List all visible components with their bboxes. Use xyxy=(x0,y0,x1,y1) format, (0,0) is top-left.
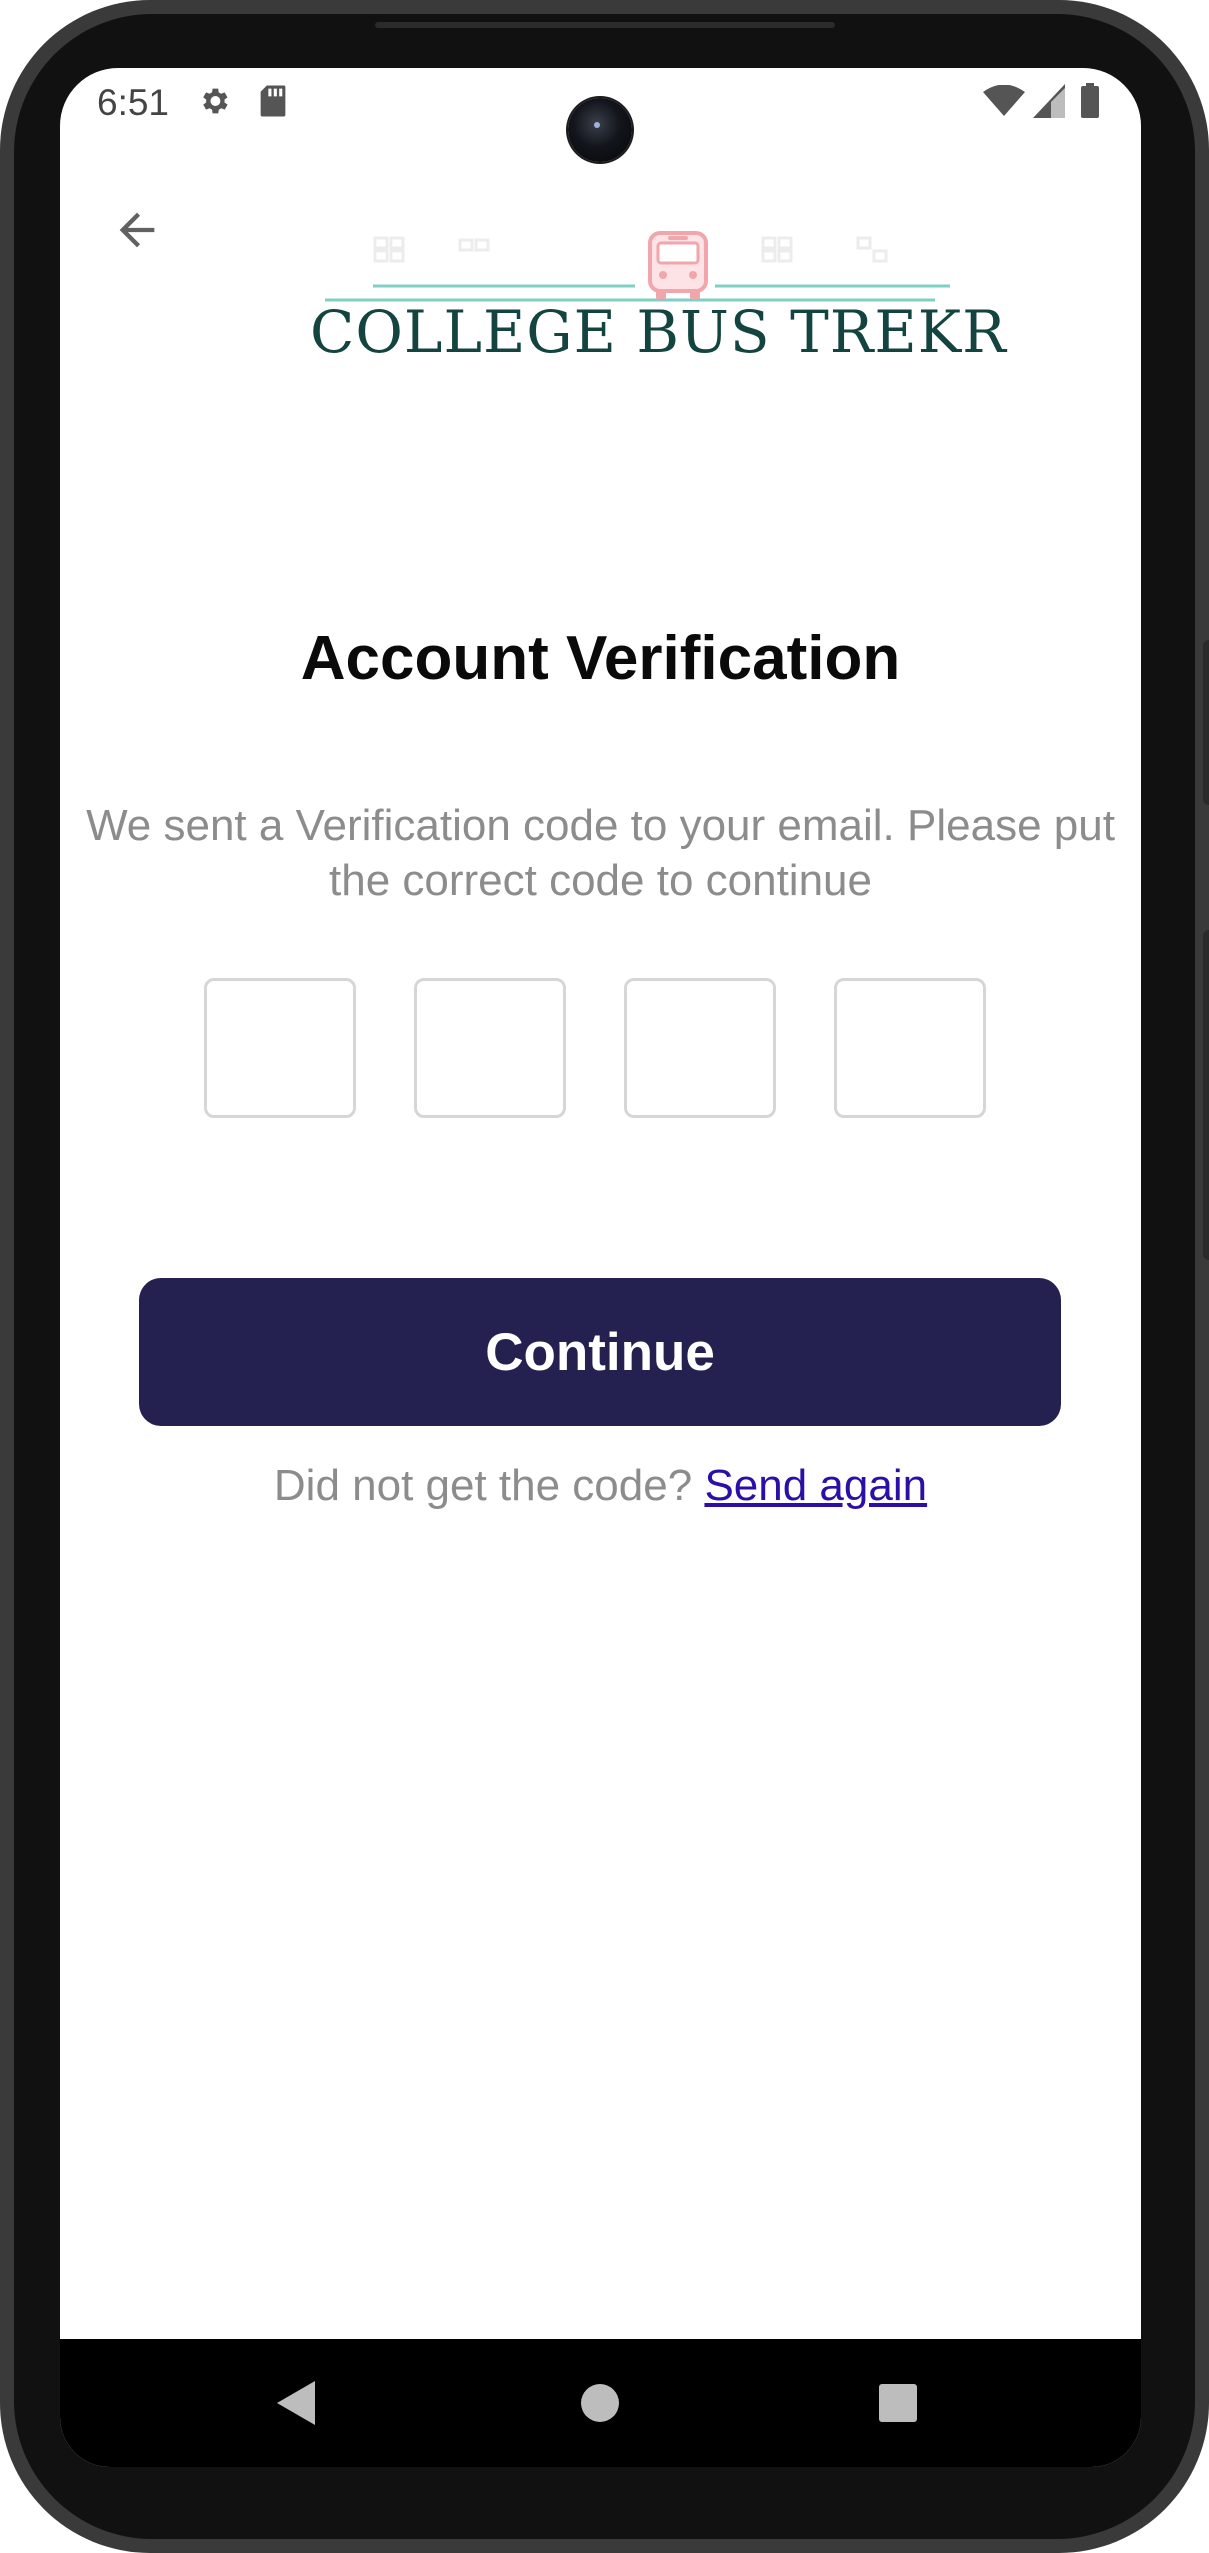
wifi-icon xyxy=(983,84,1025,122)
earpiece-speaker xyxy=(375,22,835,28)
nav-home-button[interactable] xyxy=(536,2339,664,2467)
nav-back-icon xyxy=(277,2381,315,2425)
nav-home-icon xyxy=(581,2384,619,2422)
sdcard-icon xyxy=(258,84,288,123)
otp-digit-2[interactable] xyxy=(414,978,566,1118)
send-again-link[interactable]: Send again xyxy=(704,1461,927,1510)
screen: 6:51 COLLEGE BUS TREKR Account Verificat… xyxy=(60,68,1141,2467)
battery-icon xyxy=(1080,83,1100,124)
volume-button xyxy=(1203,930,1209,1260)
otp-digit-3[interactable] xyxy=(624,978,776,1118)
gear-icon xyxy=(197,84,231,123)
resend-row: Did not get the code? Send again xyxy=(60,1461,1141,1511)
app-logo: COLLEGE BUS TREKR xyxy=(310,168,1007,378)
camera-lens-glint xyxy=(594,122,600,128)
page-title: Account Verification xyxy=(300,624,901,693)
nav-recents-icon xyxy=(879,2384,917,2422)
nav-recents-button[interactable] xyxy=(834,2339,962,2467)
logo-text: COLLEGE BUS TREKR xyxy=(310,298,1007,366)
back-button[interactable] xyxy=(105,198,169,262)
otp-input-group xyxy=(204,978,994,1122)
status-time: 6:51 xyxy=(97,82,170,123)
bus-logo-graphic xyxy=(325,231,950,302)
arrow-left-icon xyxy=(119,212,155,248)
otp-digit-1[interactable] xyxy=(204,978,356,1118)
front-camera xyxy=(568,98,632,162)
otp-digit-4[interactable] xyxy=(834,978,986,1118)
signal-icon xyxy=(1033,84,1065,123)
page-subtitle: We sent a Verification code to your emai… xyxy=(86,801,1115,905)
power-button xyxy=(1203,640,1209,805)
device-frame: 6:51 COLLEGE BUS TREKR Account Verificat… xyxy=(0,0,1209,2553)
continue-button[interactable]: Continue xyxy=(139,1278,1061,1426)
resend-prompt: Did not get the code? xyxy=(273,1461,693,1510)
navigation-bar xyxy=(60,2339,1141,2467)
nav-back-button[interactable] xyxy=(233,2339,361,2467)
